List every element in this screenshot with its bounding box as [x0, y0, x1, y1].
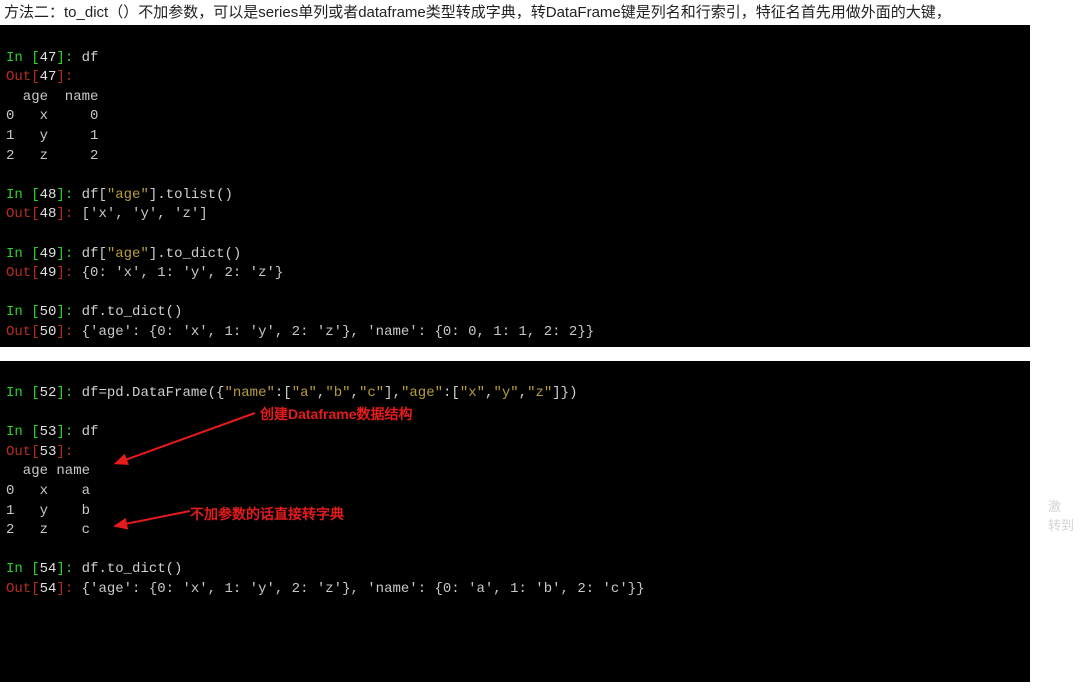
- in-prompt: In [: [6, 246, 40, 262]
- df-row: 1 y b: [6, 503, 90, 519]
- out-prompt-close: ]:: [56, 206, 73, 222]
- code-text: df.to_dict(): [73, 561, 182, 577]
- prompt-num: 54: [40, 561, 57, 577]
- out-prompt-close: ]:: [56, 69, 73, 85]
- prompt-num: 47: [40, 50, 57, 66]
- code-text: df: [73, 424, 98, 440]
- df-row: 0 x 0: [6, 108, 98, 124]
- code-text: df[: [73, 246, 107, 262]
- out-prompt: Out[: [6, 206, 40, 222]
- string-literal: "age": [107, 246, 149, 262]
- df-row: 1 y 1: [6, 128, 98, 144]
- in-prompt-close: ]:: [56, 304, 73, 320]
- description-text: 方法二：to_dict（）不加参数，可以是series单列或者dataframe…: [0, 0, 1080, 25]
- result-text: {'age': {0: 'x', 1: 'y', 2: 'z'}, 'name'…: [73, 324, 594, 340]
- result-text: ['x', 'y', 'z']: [73, 206, 207, 222]
- in-prompt-close: ]:: [56, 187, 73, 203]
- out-prompt-close: ]:: [56, 324, 73, 340]
- df-header: age name: [6, 89, 98, 105]
- prompt-num: 53: [40, 444, 57, 460]
- in-prompt-close: ]:: [56, 561, 73, 577]
- in-prompt: In [: [6, 50, 40, 66]
- terminal-block-1: In [47]: df Out[47]: age name 0 x 0 1 y …: [0, 25, 1030, 347]
- code-text: ].to_dict(): [149, 246, 241, 262]
- terminal-block-2: In [52]: df=pd.DataFrame({"name":["a","b…: [0, 361, 1030, 683]
- code-text: ].tolist(): [149, 187, 233, 203]
- in-prompt: In [: [6, 304, 40, 320]
- prompt-num: 53: [40, 424, 57, 440]
- prompt-num: 49: [40, 246, 57, 262]
- in-prompt-close: ]:: [56, 50, 73, 66]
- code-text: df[: [73, 187, 107, 203]
- in-prompt: In [: [6, 187, 40, 203]
- out-prompt: Out[: [6, 581, 40, 597]
- arrow-icon: [120, 405, 260, 465]
- out-prompt-close: ]:: [56, 265, 73, 281]
- prompt-num: 49: [40, 265, 57, 281]
- in-prompt-close: ]:: [56, 246, 73, 262]
- watermark-text: 激转到: [1048, 496, 1074, 534]
- out-prompt-close: ]:: [56, 581, 73, 597]
- out-prompt: Out[: [6, 324, 40, 340]
- out-prompt-close: ]:: [56, 444, 73, 460]
- prompt-num: 48: [40, 187, 57, 203]
- code-text: df.to_dict(): [73, 304, 182, 320]
- annotation-nodict: 不加参数的话直接转字典: [190, 505, 344, 525]
- in-prompt-close: ]:: [56, 385, 73, 401]
- prompt-num: 54: [40, 581, 57, 597]
- df-row: 2 z 2: [6, 148, 98, 164]
- prompt-num: 50: [40, 324, 57, 340]
- code-text: df: [73, 50, 98, 66]
- in-prompt: In [: [6, 385, 40, 401]
- df-row: 2 z c: [6, 522, 90, 538]
- prompt-num: 52: [40, 385, 57, 401]
- result-text: {0: 'x', 1: 'y', 2: 'z'}: [73, 265, 283, 281]
- in-prompt: In [: [6, 561, 40, 577]
- string-literal: "age": [107, 187, 149, 203]
- out-prompt: Out[: [6, 265, 40, 281]
- string-literal: "name": [224, 385, 274, 401]
- df-header: age name: [6, 463, 90, 479]
- df-row: 0 x a: [6, 483, 90, 499]
- in-prompt-close: ]:: [56, 424, 73, 440]
- in-prompt: In [: [6, 424, 40, 440]
- result-text: {'age': {0: 'x', 1: 'y', 2: 'z'}, 'name'…: [73, 581, 644, 597]
- code-text: df=pd.DataFrame({: [73, 385, 224, 401]
- prompt-num: 48: [40, 206, 57, 222]
- out-prompt: Out[: [6, 69, 40, 85]
- out-prompt: Out[: [6, 444, 40, 460]
- prompt-num: 47: [40, 69, 57, 85]
- arrow-icon: [120, 489, 200, 529]
- prompt-num: 50: [40, 304, 57, 320]
- annotation-create-df: 创建Dataframe数据结构: [260, 405, 412, 425]
